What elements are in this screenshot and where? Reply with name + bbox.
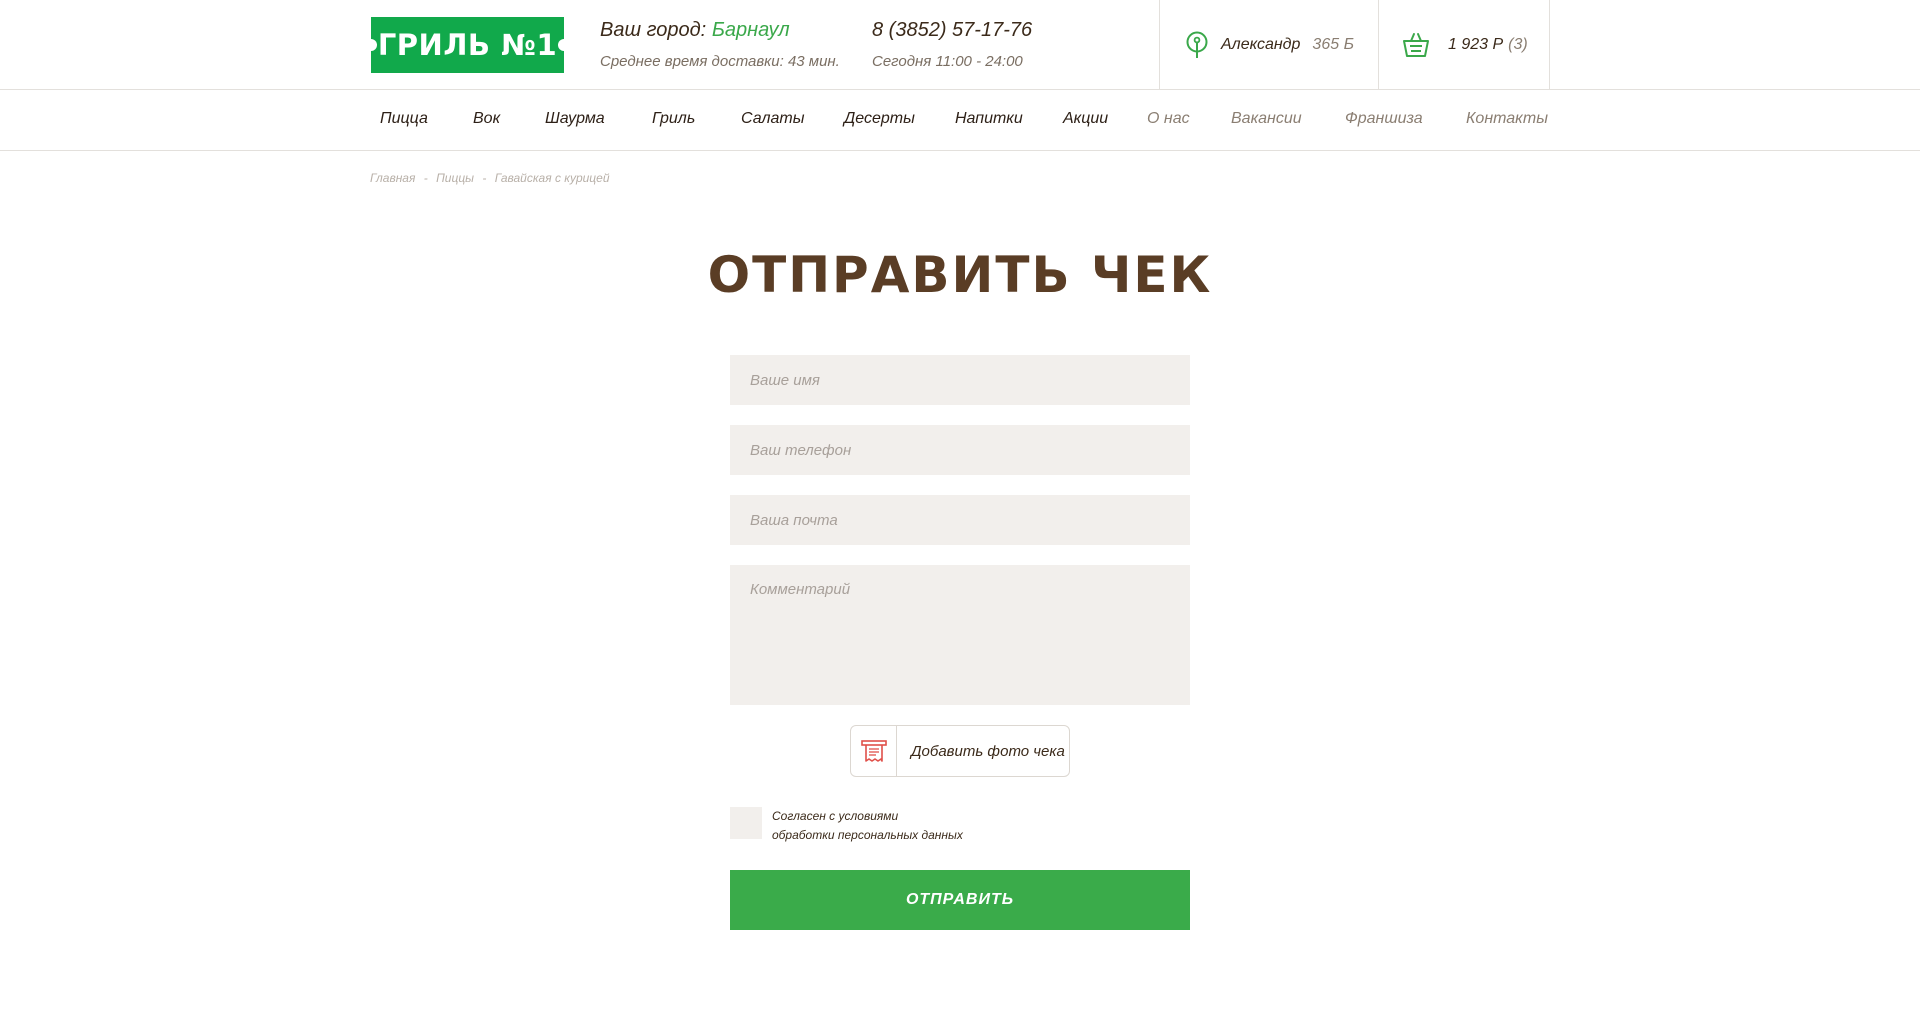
upload-icon-wrap	[851, 726, 897, 776]
breadcrumb-separator: -	[423, 171, 428, 185]
main-navigation: Пицца Вок Шаурма Гриль Салаты Десерты На…	[0, 90, 1920, 151]
consent-line-2: обработки персональных данных	[772, 828, 963, 842]
header-divider	[1378, 0, 1379, 90]
page-title: ОТПРАВИТЬ ЧЕК	[707, 246, 1213, 304]
breadcrumb-pizzas[interactable]: Пиццы	[436, 171, 474, 185]
city-name[interactable]: Барнаул	[712, 19, 790, 41]
receipt-icon	[860, 740, 887, 762]
logo-notch-right	[558, 39, 570, 51]
user-account[interactable]: Александр 365 Б	[1185, 30, 1354, 60]
nav-item-about[interactable]: О нас	[1147, 110, 1190, 128]
logo[interactable]: ГРИЛЬ №1	[365, 17, 570, 73]
breadcrumb: Главная - Пиццы - Гавайская с курицей	[370, 171, 610, 185]
consent-text: Согласен с условиями обработки персональ…	[772, 807, 963, 845]
logo-notch-left	[365, 39, 377, 51]
breadcrumb-current: Гавайская с курицей	[494, 171, 610, 185]
upload-label: Добавить фото чека	[911, 742, 1065, 760]
user-name: Александр	[1221, 36, 1301, 53]
nav-item-desserts[interactable]: Десерты	[844, 110, 915, 128]
header-divider	[1549, 0, 1550, 90]
name-field[interactable]	[730, 355, 1190, 405]
site-header: ГРИЛЬ №1 Ваш город: Барнаул Среднее врем…	[0, 0, 1920, 90]
header-divider	[1159, 0, 1160, 90]
nav-item-drinks[interactable]: Напитки	[955, 110, 1023, 128]
phone-number[interactable]: 8 (3852) 57-17-76	[872, 19, 1032, 42]
nav-item-shawarma[interactable]: Шаурма	[545, 110, 605, 128]
comment-field[interactable]	[730, 565, 1190, 705]
submit-button[interactable]: ОТПРАВИТЬ	[730, 870, 1190, 930]
nav-item-salads[interactable]: Салаты	[741, 110, 804, 128]
nav-item-pizza[interactable]: Пицца	[380, 110, 428, 128]
consent-line-1: Согласен с условиями	[772, 809, 899, 823]
nav-item-grill[interactable]: Гриль	[652, 110, 695, 128]
breadcrumb-separator: -	[482, 171, 487, 185]
nav-item-contacts[interactable]: Контакты	[1466, 110, 1548, 128]
nav-item-franchise[interactable]: Франшиза	[1345, 110, 1423, 128]
delivery-time: Среднее время доставки: 43 мин.	[600, 53, 840, 70]
working-hours: Сегодня 11:00 - 24:00	[872, 53, 1023, 70]
cart-count: (3)	[1508, 36, 1528, 53]
nav-item-wok[interactable]: Вок	[473, 110, 500, 128]
user-points: 365 Б	[1312, 36, 1354, 53]
consent-checkbox[interactable]	[730, 807, 762, 839]
nav-item-promotions[interactable]: Акции	[1063, 110, 1108, 128]
phone-field[interactable]	[730, 425, 1190, 475]
city-label: Ваш город:	[600, 19, 707, 41]
location-pin-icon	[1186, 31, 1208, 58]
breadcrumb-home[interactable]: Главная	[370, 171, 415, 185]
shopping-basket-icon	[1403, 33, 1429, 57]
logo-text: ГРИЛЬ №1	[377, 28, 558, 62]
cart-button[interactable]: 1 923 Р (3)	[1402, 28, 1528, 62]
city-selector[interactable]: Ваш город: Барнаул	[600, 19, 790, 42]
cart-total: 1 923 Р	[1448, 36, 1504, 53]
email-field[interactable]	[730, 495, 1190, 545]
upload-receipt-button[interactable]: Добавить фото чека	[850, 725, 1070, 777]
nav-item-vacancies[interactable]: Вакансии	[1231, 110, 1302, 128]
